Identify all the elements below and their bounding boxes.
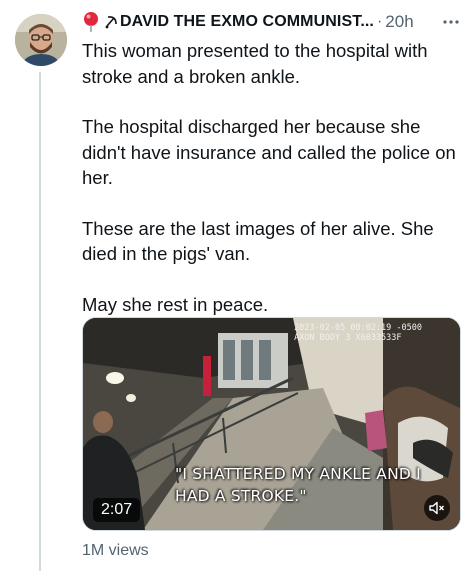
tweet-header: DAVID THE EXMO COMMUNIST... · 20h: [82, 10, 462, 34]
hammer-sickle-icon: [105, 16, 117, 29]
bodycam-device-id: AXON BODY 3 X6033533F: [294, 333, 402, 343]
round-pushpin-icon: [84, 12, 98, 32]
video-duration: 2:07: [93, 498, 141, 522]
thread-connector-line: [39, 72, 41, 571]
tweet-paragraph: These are the last images of her alive. …: [82, 217, 434, 265]
video-player[interactable]: 2023-02-05 08:02:19 -0500 AXON BODY 3 X6…: [82, 317, 461, 531]
tweet-paragraph: This woman presented to the hospital wit…: [82, 40, 428, 87]
author-display-name[interactable]: DAVID THE EXMO COMMUNIST...: [120, 13, 374, 31]
separator-dot: ·: [376, 13, 383, 30]
speaker-muted-icon[interactable]: [424, 495, 450, 521]
tweet-paragraph: The hospital discharged her because she …: [82, 116, 456, 188]
avatar-photo: [15, 14, 67, 66]
view-count: 1M views: [82, 542, 149, 559]
tweet-text: This woman presented to the hospital wit…: [82, 38, 462, 342]
tweet-timestamp[interactable]: 20h: [385, 12, 413, 32]
avatar[interactable]: [15, 14, 67, 66]
tweet-paragraph: May she rest in peace.: [82, 293, 269, 315]
more-options-icon[interactable]: [440, 12, 462, 32]
bodycam-timestamp: 2023-02-05 08:02:19 -0500 AXON BODY 3 X6…: [294, 323, 422, 343]
bodycam-datetime: 2023-02-05 08:02:19 -0500: [294, 323, 422, 333]
video-caption: "I SHATTERED MY ANKLE AND I HAD A STROKE…: [175, 465, 421, 505]
